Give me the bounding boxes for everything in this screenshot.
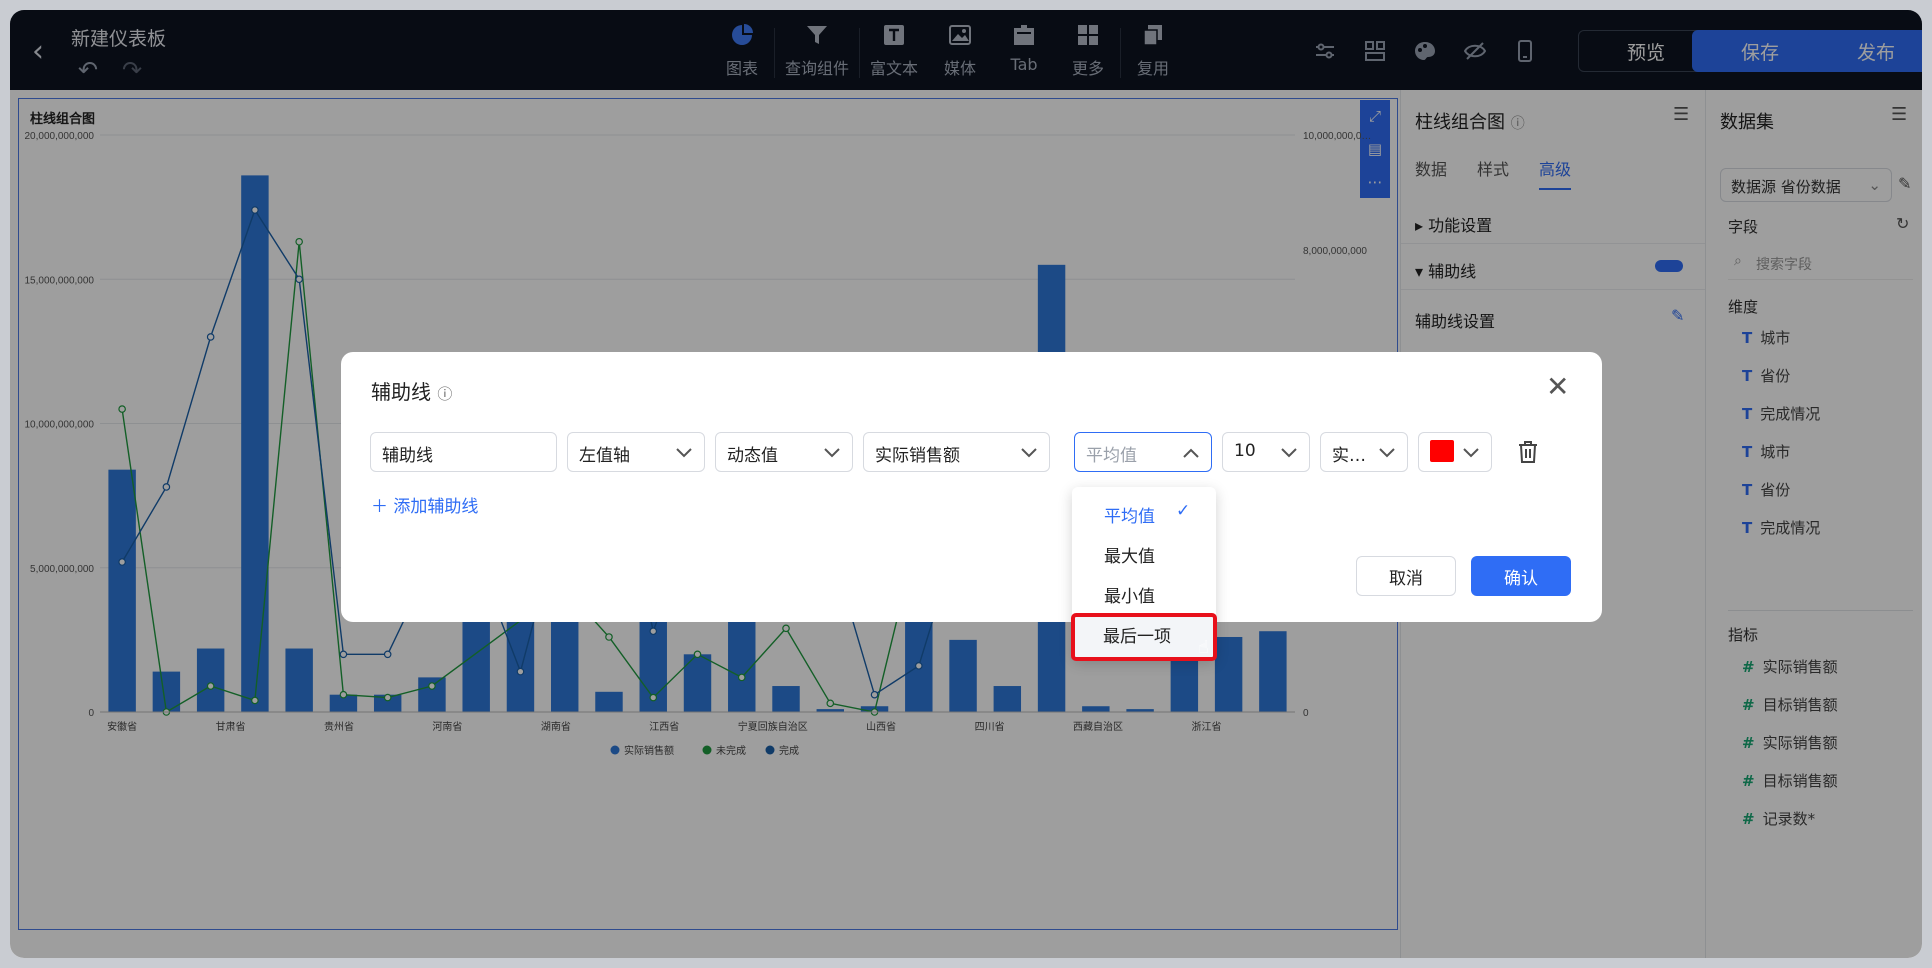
aggregation-dropdown: 平均值 ✓ 最大值 最小值 最后一项 bbox=[1071, 487, 1217, 661]
option-label: 最后一项 bbox=[1103, 627, 1171, 647]
aggregation-placeholder: 平均值 bbox=[1086, 446, 1137, 466]
option-last-item[interactable]: 最后一项 bbox=[1071, 613, 1217, 661]
aux-line-dialog: 辅助线 ⓘ ✕ 辅助线 左值轴 动态值 实际销售额 平均值 10 实… ＋ 添加… bbox=[341, 352, 1602, 622]
trash-icon[interactable] bbox=[1517, 440, 1539, 468]
confirm-button[interactable]: 确认 bbox=[1471, 556, 1571, 596]
check-icon: ✓ bbox=[1176, 501, 1191, 521]
aux-line-name-input[interactable]: 辅助线 bbox=[370, 432, 557, 472]
option-min[interactable]: 最小值 bbox=[1072, 573, 1216, 613]
app-window: ‹ 新建仪表板 ↶ ↷ 图表 查询组件 富文本 媒体 Tab 更多 复用 预览 … bbox=[10, 10, 1922, 958]
chevron-down-icon bbox=[1463, 443, 1479, 463]
hand-cursor-icon: ☝ bbox=[1198, 637, 1209, 658]
dialog-title: 辅助线 bbox=[371, 380, 431, 404]
option-label: 最大值 bbox=[1104, 547, 1155, 567]
aggregation-select[interactable]: 平均值 bbox=[1074, 432, 1212, 472]
line-style-value: 实… bbox=[1332, 446, 1366, 466]
color-swatch bbox=[1430, 440, 1454, 462]
add-aux-line-label: 添加辅助线 bbox=[393, 497, 479, 517]
chevron-down-icon bbox=[1281, 443, 1297, 463]
line-style-select[interactable]: 实… bbox=[1320, 432, 1408, 472]
option-average[interactable]: 平均值 ✓ bbox=[1072, 493, 1216, 533]
axis-select[interactable]: 左值轴 bbox=[567, 432, 705, 472]
chevron-down-icon bbox=[1021, 443, 1037, 463]
line-width-select[interactable]: 10 bbox=[1222, 432, 1310, 472]
cancel-button[interactable]: 取消 bbox=[1356, 556, 1456, 596]
chevron-down-icon bbox=[676, 443, 692, 463]
color-picker[interactable] bbox=[1418, 432, 1492, 472]
value-type-select[interactable]: 动态值 bbox=[715, 432, 853, 472]
option-label: 最小值 bbox=[1104, 587, 1155, 607]
info-icon: ⓘ bbox=[437, 385, 453, 403]
field-select[interactable]: 实际销售额 bbox=[863, 432, 1050, 472]
line-width-value: 10 bbox=[1234, 441, 1256, 461]
plus-icon: ＋ bbox=[371, 497, 388, 517]
field-value: 实际销售额 bbox=[875, 446, 960, 466]
axis-value: 左值轴 bbox=[579, 446, 630, 466]
option-label: 平均值 bbox=[1104, 507, 1155, 527]
option-max[interactable]: 最大值 bbox=[1072, 533, 1216, 573]
chevron-down-icon bbox=[824, 443, 840, 463]
chevron-up-icon bbox=[1183, 443, 1199, 463]
chevron-down-icon bbox=[1379, 443, 1395, 463]
add-aux-line-link[interactable]: ＋ 添加辅助线 bbox=[371, 492, 478, 517]
close-icon[interactable]: ✕ bbox=[1546, 370, 1569, 403]
aux-line-name-value: 辅助线 bbox=[382, 446, 433, 466]
value-type-value: 动态值 bbox=[727, 446, 778, 466]
